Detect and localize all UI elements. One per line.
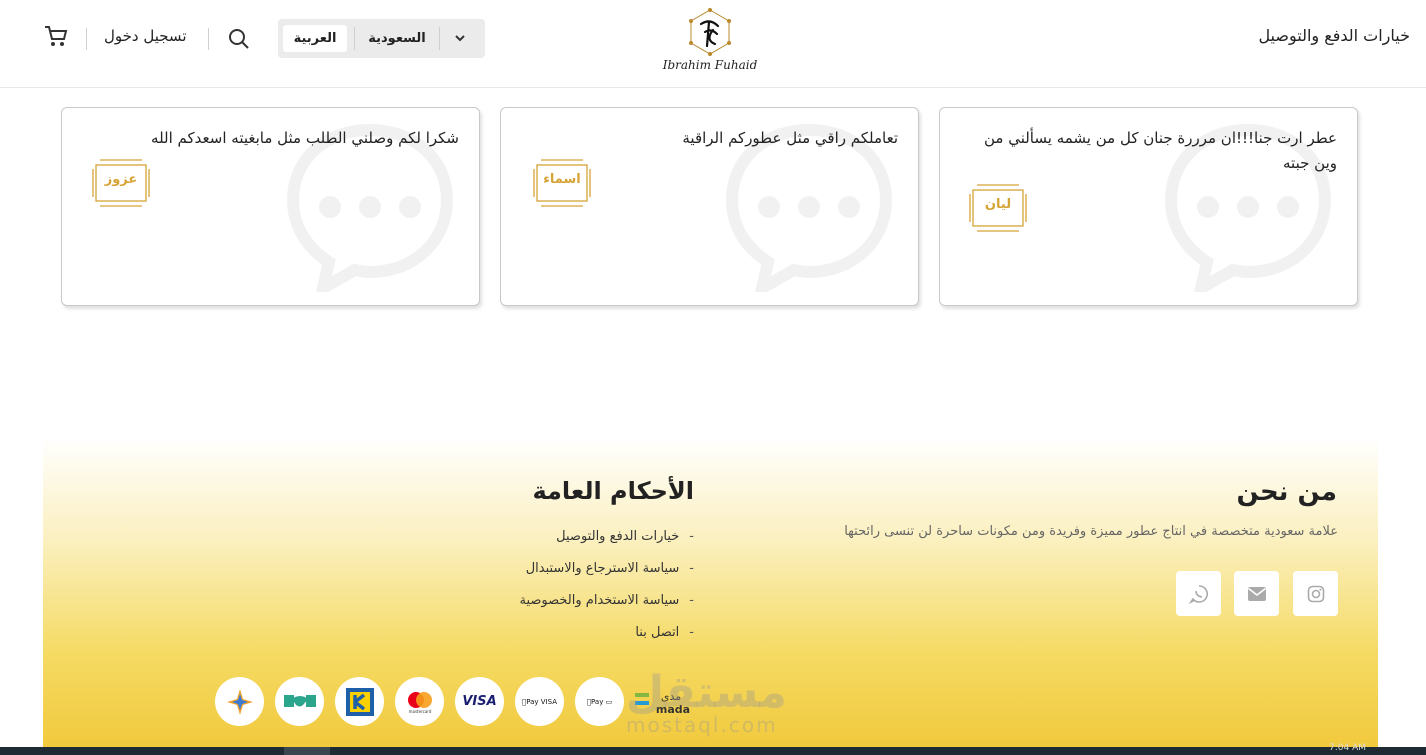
taskbar-button[interactable] bbox=[284, 747, 330, 755]
apple-pay-mada-icon: Pay ▭ bbox=[575, 677, 624, 726]
taskbar-clock: 7:04 AM bbox=[1329, 743, 1366, 753]
svg-text:mastercard: mastercard bbox=[408, 709, 431, 714]
mastercard-icon: mastercard bbox=[395, 677, 444, 726]
review-card: تعاملكم راقي مثل عطوركم الراقية اسماء bbox=[500, 107, 919, 306]
os-taskbar: 7:04 AM bbox=[0, 743, 1426, 755]
terms-link[interactable]: -سياسة الاسترجاع والاستبدال bbox=[520, 559, 694, 591]
review-text: عطر ارت جنا!!!ان مرررة جنان كل من يشمه ي… bbox=[983, 129, 1337, 172]
review-text: تعاملكم راقي مثل عطوركم الراقية bbox=[682, 129, 898, 147]
reviewer-name: عزوز bbox=[104, 172, 138, 187]
reviewer-badge: ليان bbox=[969, 181, 1027, 235]
review-card: شكرا لكم وصلني الطلب مثل مابغيته اسعدكم … bbox=[61, 107, 480, 306]
divider bbox=[86, 28, 87, 50]
handshake-icon bbox=[275, 677, 324, 726]
logo-text: Ibrahim Fuhaid bbox=[662, 58, 758, 72]
review-card: عطر ارت جنا!!!ان مرررة جنان كل من يشمه ي… bbox=[939, 107, 1358, 306]
logo-emblem-icon bbox=[689, 8, 731, 56]
apple-pay-visa-icon: Pay VISA bbox=[515, 677, 564, 726]
about-title: من نحن bbox=[1236, 477, 1337, 507]
site-header: خيارات الدفع والتوصيل Ibrahim Fuhaid الع… bbox=[0, 0, 1426, 88]
about-description: علامة سعودية متخصصة في انتاج عطور مميزة … bbox=[844, 524, 1338, 539]
divider bbox=[208, 28, 209, 50]
terms-link[interactable]: -خيارات الدفع والتوصيل bbox=[520, 527, 694, 559]
terms-link[interactable]: -اتصل بنا bbox=[520, 623, 694, 655]
locale-selector[interactable]: العربية السعودية bbox=[278, 19, 485, 58]
reviewer-name: اسماء bbox=[543, 172, 581, 187]
reviewer-badge: اسماء bbox=[533, 156, 591, 210]
divider bbox=[354, 27, 355, 50]
site-footer: من نحن علامة سعودية متخصصة في انتاج عطور… bbox=[43, 437, 1378, 755]
tamara-logo-icon bbox=[335, 677, 384, 726]
whatsapp-icon[interactable] bbox=[1176, 571, 1221, 616]
email-icon[interactable] bbox=[1234, 571, 1279, 616]
page-title: خيارات الدفع والتوصيل bbox=[1258, 26, 1410, 45]
visa-icon: VISA bbox=[455, 677, 504, 726]
review-text: شكرا لكم وصلني الطلب مثل مابغيته اسعدكم … bbox=[151, 129, 459, 147]
terms-list: -خيارات الدفع والتوصيل -سياسة الاسترجاع … bbox=[520, 527, 695, 655]
divider bbox=[439, 27, 440, 50]
country-label[interactable]: السعودية bbox=[357, 25, 437, 52]
instagram-icon[interactable] bbox=[1293, 571, 1338, 616]
brand-logo[interactable]: Ibrahim Fuhaid bbox=[655, 8, 765, 74]
reviewer-badge: عزوز bbox=[92, 156, 150, 210]
watermark-url: mostaql.com bbox=[626, 713, 778, 737]
chevron-down-icon[interactable] bbox=[450, 30, 470, 48]
language-label[interactable]: العربية bbox=[283, 25, 347, 52]
watermark: مستقل bbox=[626, 667, 787, 718]
search-icon[interactable] bbox=[227, 27, 251, 51]
login-link[interactable]: تسجيل دخول bbox=[104, 27, 187, 45]
payment-logo-icon bbox=[215, 677, 264, 726]
terms-link[interactable]: -سياسة الاستخدام والخصوصية bbox=[520, 591, 695, 623]
reviewer-name: ليان bbox=[984, 197, 1012, 212]
terms-title: الأحكام العامة bbox=[532, 477, 694, 505]
cart-icon[interactable] bbox=[43, 24, 69, 48]
